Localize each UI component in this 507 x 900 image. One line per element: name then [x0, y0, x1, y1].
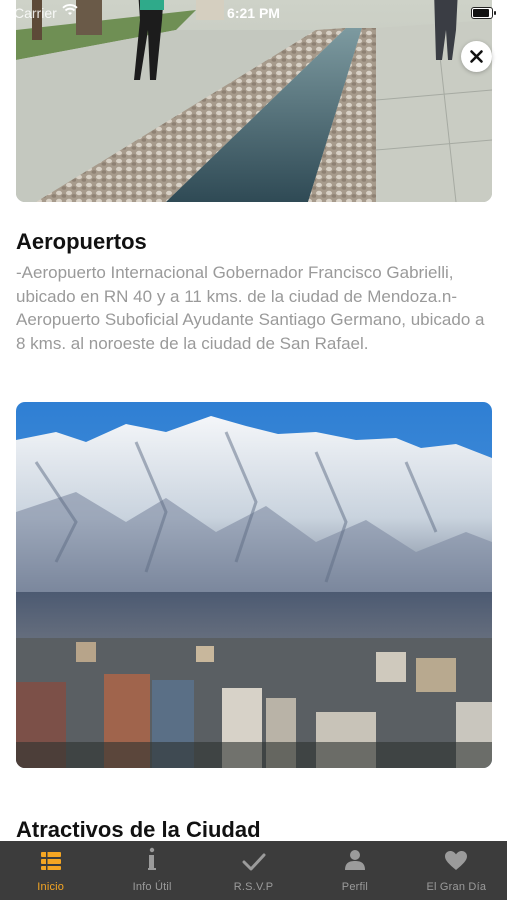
checkmark-icon — [242, 853, 266, 871]
battery-icon — [471, 7, 496, 19]
close-button[interactable] — [461, 41, 492, 72]
tab-info-util[interactable]: Info Útil — [101, 841, 202, 900]
tab-label-rsvp: R.S.V.P — [233, 881, 274, 893]
tab-perfil[interactable]: Perfil — [304, 841, 405, 900]
tab-label-info-util: Info Útil — [132, 881, 172, 893]
section-body-aeropuertos: -Aeropuerto Internacional Gobernador Fra… — [16, 263, 485, 353]
section-title-aeropuertos: Aeropuertos — [16, 229, 147, 254]
list-icon — [40, 852, 61, 870]
tab-rsvp[interactable]: R.S.V.P — [203, 841, 304, 900]
close-icon — [470, 50, 483, 63]
tab-label-inicio: Inicio — [37, 881, 65, 893]
snowy-mountains-city-photo — [16, 402, 492, 768]
person-icon — [344, 850, 365, 870]
section-title-atractivos: Atractivos de la Ciudad — [16, 817, 261, 842]
info-icon — [148, 847, 157, 870]
tab-label-perfil: Perfil — [341, 881, 369, 893]
plaza-water-channel-photo — [16, 0, 492, 202]
clock-time: 6:21 PM — [227, 5, 280, 21]
status-bar: Carrier 6:21 PM — [0, 0, 507, 26]
tab-el-gran-dia[interactable]: El Gran Día — [406, 841, 507, 900]
tab-inicio[interactable]: Inicio — [0, 841, 101, 900]
heart-icon — [445, 851, 468, 870]
tab-label-el-gran-dia: El Gran Día — [426, 881, 487, 893]
tab-bar: Inicio Info Útil R.S.V.P Perfil El Gran … — [0, 841, 507, 900]
